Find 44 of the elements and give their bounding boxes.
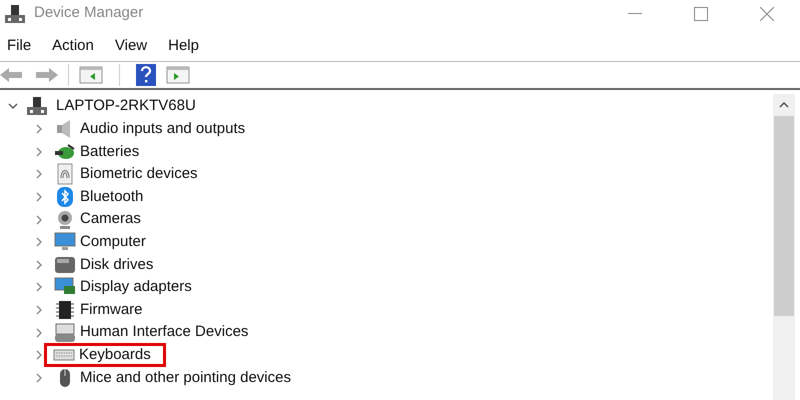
- tree-item[interactable]: Firmware: [80, 298, 142, 322]
- tree-item[interactable]: Human Interface Devices: [80, 321, 248, 344]
- chevron-right-icon[interactable]: [34, 282, 44, 292]
- scroll-up-icon[interactable]: [779, 102, 789, 108]
- chip-icon: [54, 299, 76, 322]
- menu-item[interactable]: File: [7, 34, 32, 58]
- tree-item[interactable]: Bluetooth: [80, 186, 144, 208]
- tree-item[interactable]: Batteries: [80, 140, 140, 164]
- tree-item[interactable]: Mice and other pointing devices: [80, 366, 291, 390]
- tree-item[interactable]: Biometric devices: [80, 163, 198, 186]
- computer-tower-icon: [4, 4, 26, 24]
- chevron-down-icon[interactable]: [8, 101, 18, 111]
- help-icon[interactable]: [136, 64, 156, 86]
- maximize-icon: [694, 6, 708, 20]
- menu-item[interactable]: Action: [52, 34, 94, 58]
- chevron-right-icon[interactable]: [34, 237, 44, 248]
- chevron-right-icon[interactable]: [34, 305, 44, 316]
- close-icon: [760, 6, 774, 20]
- chevron-right-icon[interactable]: [34, 372, 44, 383]
- tree-item[interactable]: Cameras: [80, 208, 141, 231]
- forward-arrow-icon[interactable]: [34, 67, 58, 83]
- tree-item[interactable]: Audio inputs and outputs: [80, 118, 246, 141]
- bluetooth-icon: [54, 186, 76, 208]
- computer-tower-icon: [26, 96, 48, 116]
- chevron-right-icon[interactable]: [34, 260, 44, 270]
- menu-item[interactable]: Help: [168, 34, 199, 58]
- chevron-right-icon[interactable]: [34, 350, 44, 360]
- tree-item[interactable]: Disk drives: [80, 254, 154, 276]
- chevron-right-icon[interactable]: [34, 124, 44, 134]
- tree-item[interactable]: Display adapters: [80, 276, 192, 299]
- chevron-right-icon[interactable]: [34, 169, 44, 180]
- chevron-right-icon[interactable]: [34, 146, 44, 157]
- chevron-right-icon[interactable]: [34, 192, 44, 202]
- back-arrow-icon[interactable]: [0, 67, 24, 83]
- tree-item[interactable]: Computer: [80, 231, 146, 254]
- chevron-right-icon[interactable]: [34, 328, 44, 338]
- console-tree-icon[interactable]: [79, 66, 103, 84]
- minimize-icon: [628, 12, 642, 14]
- action-pane-icon[interactable]: [166, 66, 190, 84]
- scrollbar[interactable]: [773, 94, 795, 400]
- window-title: Device Manager: [34, 3, 144, 24]
- tree-item[interactable]: LAPTOP-2RKTV68U: [56, 94, 196, 118]
- menu-item[interactable]: View: [114, 34, 148, 58]
- chevron-right-icon[interactable]: [34, 214, 44, 225]
